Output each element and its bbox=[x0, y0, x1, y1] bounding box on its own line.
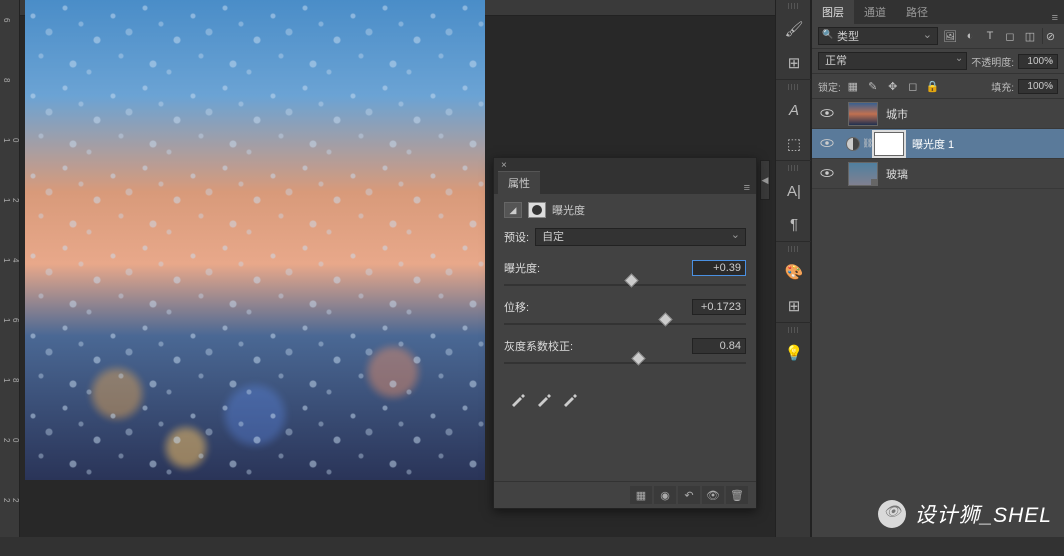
eyedropper-white-icon[interactable] bbox=[562, 391, 578, 407]
layer-filter-input[interactable] bbox=[818, 27, 938, 45]
color-panel-icon[interactable]: 🎨 bbox=[776, 255, 812, 289]
panel-expand-toggle[interactable]: ◀ bbox=[760, 160, 770, 200]
brush-panel-icon[interactable]: 🖌 bbox=[776, 12, 812, 46]
layer-list: 城市 ⛓ 曝光度 1 玻璃 bbox=[812, 99, 1064, 189]
layer-item-exposure[interactable]: ⛓ 曝光度 1 bbox=[812, 129, 1064, 159]
filter-smartobject-icon[interactable]: ◫ bbox=[1022, 28, 1038, 44]
mask-icon[interactable] bbox=[528, 202, 546, 218]
delete-adjustment-icon[interactable]: 🗑 bbox=[726, 486, 748, 504]
eyedropper-gray-icon[interactable] bbox=[536, 391, 552, 407]
offset-value-input[interactable] bbox=[692, 299, 746, 315]
offset-slider[interactable] bbox=[504, 318, 746, 330]
preset-label: 预设: bbox=[504, 229, 529, 245]
lock-all-icon[interactable]: 🔒 bbox=[925, 78, 941, 94]
tab-paths[interactable]: 路径 bbox=[896, 0, 938, 24]
ruler-vertical: 6 8 10 12 14 16 18 20 22 bbox=[0, 0, 20, 537]
layer-item-glass[interactable]: 玻璃 bbox=[812, 159, 1064, 189]
layer-mask-thumbnail bbox=[874, 132, 904, 156]
layer-name-label: 曝光度 1 bbox=[908, 136, 954, 152]
close-icon[interactable]: × bbox=[498, 160, 510, 171]
toggle-visibility-icon[interactable]: 👁 bbox=[702, 486, 724, 504]
adjustment-type-label: 曝光度 bbox=[552, 202, 585, 218]
properties-panel: × 属性 ≡ ◢ 曝光度 预设: 自定 曝光度: bbox=[493, 157, 757, 509]
lock-pixels-icon[interactable]: ✎ bbox=[865, 78, 881, 94]
view-previous-icon[interactable]: ◉ bbox=[654, 486, 676, 504]
gamma-label: 灰度系数校正: bbox=[504, 338, 573, 354]
adjustment-layer-icon bbox=[846, 137, 860, 151]
layers-panel-menu-icon[interactable]: ≡ bbox=[1046, 12, 1064, 24]
tips-panel-icon[interactable]: 💡 bbox=[776, 336, 812, 370]
fill-label: 填充: bbox=[991, 79, 1014, 94]
filter-toggle-icon[interactable]: ⊘ bbox=[1042, 28, 1058, 44]
watermark: 设计狮_SHEL bbox=[878, 499, 1052, 529]
layer-name-label: 城市 bbox=[882, 106, 908, 122]
glyphs-panel-icon[interactable]: A| bbox=[776, 174, 812, 208]
tab-channels[interactable]: 通道 bbox=[854, 0, 896, 24]
gamma-slider[interactable] bbox=[504, 357, 746, 369]
weibo-icon bbox=[878, 500, 906, 528]
properties-drag-handle[interactable]: × bbox=[494, 158, 756, 172]
layer-item-city[interactable]: 城市 bbox=[812, 99, 1064, 129]
offset-label: 位移: bbox=[504, 299, 529, 315]
clip-to-layer-icon[interactable]: ▦ bbox=[630, 486, 652, 504]
collapsed-panel-strip: 🖌 ⊞ A ⬚ A| ¶ 🎨 ⊞ 💡 bbox=[775, 0, 811, 537]
paragraph-panel-icon[interactable]: ¶ bbox=[776, 208, 812, 242]
filter-shape-icon[interactable]: ◻ bbox=[1002, 28, 1018, 44]
grid-panel-icon[interactable]: ⊞ bbox=[776, 289, 812, 323]
reset-icon[interactable]: ↶ bbox=[678, 486, 700, 504]
filter-image-icon[interactable]: 🖼 bbox=[942, 28, 958, 44]
mask-link-icon[interactable]: ⛓ bbox=[862, 138, 870, 149]
character-panel-icon[interactable]: A bbox=[776, 93, 812, 127]
exposure-value-input[interactable] bbox=[692, 260, 746, 276]
exposure-label: 曝光度: bbox=[504, 260, 540, 276]
layer-name-label: 玻璃 bbox=[882, 166, 908, 182]
opacity-label: 不透明度: bbox=[971, 54, 1014, 69]
panel-menu-icon[interactable]: ≡ bbox=[738, 182, 756, 194]
visibility-toggle-icon[interactable] bbox=[816, 167, 830, 181]
adjustment-icon: ◢ bbox=[504, 202, 522, 218]
3d-panel-icon[interactable]: ⬚ bbox=[776, 127, 812, 161]
lock-transparency-icon[interactable]: ▦ bbox=[845, 78, 861, 94]
properties-tab[interactable]: 属性 bbox=[498, 171, 540, 194]
opacity-input[interactable] bbox=[1018, 54, 1058, 69]
swatches-panel-icon[interactable]: ⊞ bbox=[776, 46, 812, 80]
lock-artboard-icon[interactable]: ◻ bbox=[905, 78, 921, 94]
lock-position-icon[interactable]: ✥ bbox=[885, 78, 901, 94]
layer-thumbnail bbox=[848, 162, 878, 186]
gamma-value-input[interactable] bbox=[692, 338, 746, 354]
filter-type-icon[interactable]: T bbox=[982, 28, 998, 44]
layers-panel: 图层 通道 路径 ≡ 🖼 ◐ T ◻ ◫ ⊘ 正常 不透明度: 锁定: ▦ ✎ … bbox=[811, 0, 1064, 537]
fill-input[interactable] bbox=[1018, 79, 1058, 94]
visibility-toggle-icon[interactable] bbox=[816, 137, 830, 151]
blend-mode-select[interactable]: 正常 bbox=[818, 52, 967, 70]
preset-select[interactable]: 自定 bbox=[535, 228, 746, 246]
canvas-image[interactable] bbox=[25, 0, 485, 480]
lock-label: 锁定: bbox=[818, 79, 841, 94]
layer-thumbnail bbox=[848, 102, 878, 126]
visibility-toggle-icon[interactable] bbox=[816, 107, 830, 121]
tab-layers[interactable]: 图层 bbox=[812, 0, 854, 24]
exposure-slider[interactable] bbox=[504, 279, 746, 291]
eyedropper-black-icon[interactable] bbox=[510, 391, 526, 407]
filter-adjustment-icon[interactable]: ◐ bbox=[962, 28, 978, 44]
